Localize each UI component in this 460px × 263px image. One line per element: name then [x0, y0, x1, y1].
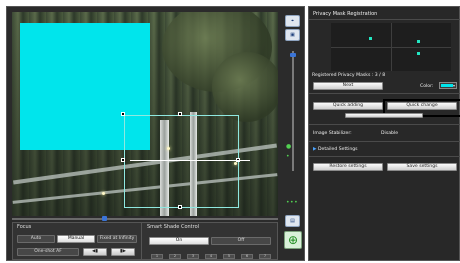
position-knob[interactable] — [102, 216, 107, 221]
shade-level-3[interactable]: 3 — [187, 254, 199, 259]
image-stabilizer-label: Image Stabilizer: — [313, 131, 352, 136]
zoom-knob[interactable] — [290, 53, 296, 57]
chevron-down-icon: ▾ — [452, 83, 455, 88]
focus-near-button[interactable]: ◀▮ — [83, 248, 107, 256]
detailed-settings-label: Detailed Settings — [318, 147, 358, 152]
focus-level-indicator: • — [286, 153, 291, 160]
mask-marker — [369, 37, 372, 40]
camera-panel: ⌖ ▣ ● • ••• ▤ ⊕ Focus Auto Manual Fixed … — [6, 6, 305, 261]
preview-axis — [331, 47, 451, 48]
shade-level-4[interactable]: 4 — [205, 254, 217, 259]
quick-adding-button[interactable]: Quick adding — [313, 102, 383, 110]
smart-shade-on-button[interactable]: On — [149, 237, 209, 245]
resize-handle[interactable] — [121, 158, 125, 162]
delete-button[interactable] — [345, 113, 423, 118]
signal-indicator: ••• — [286, 199, 299, 206]
control-bar: Focus Auto Manual Fixed at Infinity One-… — [12, 222, 278, 260]
zoom-icon[interactable]: ⌖ — [285, 15, 300, 27]
privacy-mask-title: Privacy Mask Registration — [313, 11, 378, 17]
divider — [309, 19, 460, 20]
color-swatch — [441, 84, 453, 87]
focus-far-button[interactable]: ▮▶ — [111, 248, 135, 256]
resize-handle[interactable] — [178, 112, 182, 116]
focus-title: Focus — [17, 224, 32, 230]
camera-icon[interactable]: ▣ — [285, 29, 300, 41]
mask-position-preview[interactable] — [331, 23, 451, 71]
view-toolbar: ⌖ ▣ ● • ••• ▤ ⊕ — [283, 13, 303, 249]
resize-handle[interactable] — [121, 112, 125, 116]
street-light — [102, 192, 105, 195]
mask-color-select[interactable]: ▾ — [439, 82, 457, 89]
registered-masks-count: Registered Privacy Masks : 3 / 8 — [312, 73, 386, 78]
save-settings-button[interactable]: Save settings — [387, 163, 457, 171]
next-button[interactable]: Next — [313, 82, 383, 90]
detailed-settings-toggle[interactable]: ▶ Detailed Settings — [313, 147, 358, 152]
divider — [141, 223, 142, 259]
divider — [309, 141, 460, 142]
focus-near-indicator: ● — [286, 143, 292, 150]
divider — [309, 124, 460, 125]
shade-level-7[interactable]: 7 — [259, 254, 271, 259]
one-shot-af-button[interactable]: One-shot AF — [17, 248, 79, 256]
horizontal-position-bar[interactable] — [12, 216, 278, 221]
ptz-control-icon[interactable]: ⊕ — [284, 231, 302, 249]
focus-manual-button[interactable]: Manual — [57, 235, 95, 243]
divider — [309, 156, 460, 157]
image-stabilizer-value: Disable — [381, 131, 399, 136]
color-label: Color: — [420, 84, 434, 89]
selection-guide — [130, 160, 250, 161]
zoom-slider[interactable] — [290, 51, 296, 171]
mask-marker — [417, 40, 420, 43]
divider — [309, 93, 460, 94]
mask-marker — [417, 52, 420, 55]
background-tree — [212, 52, 278, 122]
snapshot-icon[interactable]: ▤ — [285, 215, 300, 227]
smart-shade-title: Smart Shade Control — [147, 224, 200, 230]
selection-frame[interactable] — [121, 112, 240, 209]
video-view[interactable] — [12, 12, 278, 216]
app-window: ⌖ ▣ ● • ••• ▤ ⊕ Focus Auto Manual Fixed … — [0, 0, 460, 263]
focus-fixed-infinity-button[interactable]: Fixed at Infinity — [97, 235, 137, 243]
restore-settings-button[interactable]: Restore settings — [313, 163, 383, 171]
focus-auto-button[interactable]: Auto — [17, 235, 55, 243]
settings-panel: Privacy Mask Registration Registered Pri… — [308, 6, 460, 261]
resize-handle[interactable] — [178, 205, 182, 209]
smart-shade-off-button[interactable]: Off — [211, 237, 271, 245]
shade-level-2[interactable]: 2 — [169, 254, 181, 259]
shade-level-1[interactable]: 1 — [151, 254, 163, 259]
shade-level-6[interactable]: 6 — [241, 254, 253, 259]
shade-level-5[interactable]: 5 — [223, 254, 235, 259]
